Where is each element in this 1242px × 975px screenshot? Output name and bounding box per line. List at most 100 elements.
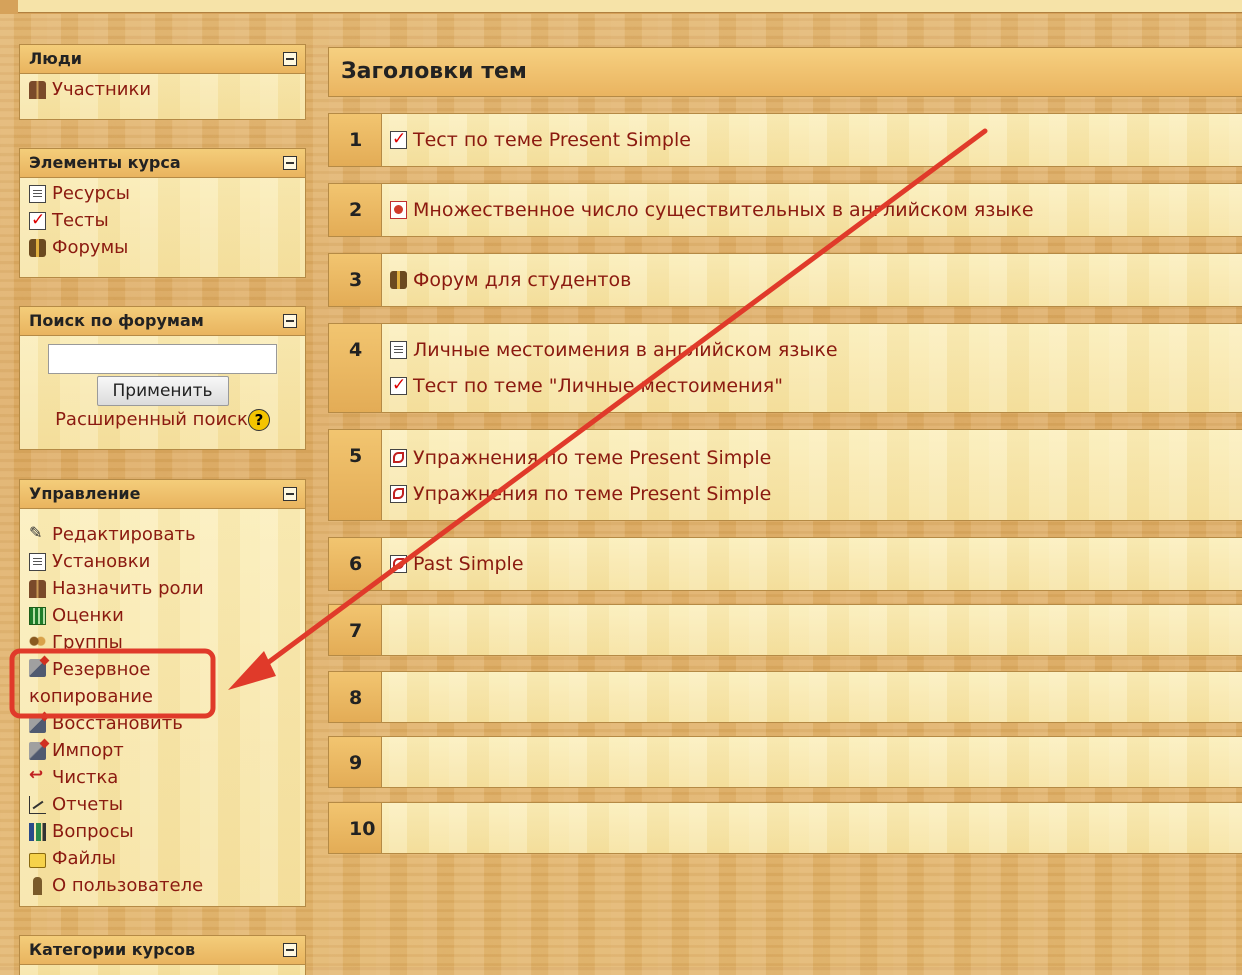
sidebar-item-edit[interactable]: Редактировать [29, 521, 297, 548]
sidebar-item-label: Форумы [52, 237, 129, 258]
topic-activity-link[interactable]: Past Simple [390, 546, 1242, 582]
sidebar-item-reports[interactable]: Отчеты [29, 791, 297, 818]
sidebar-item-label: Резервное копирование [29, 659, 153, 707]
folder-icon [29, 853, 46, 868]
forum-icon [29, 238, 46, 257]
topic-number: 8 [329, 672, 382, 722]
block-title: Элементы курса [29, 153, 181, 172]
sidebar-item-label: Участники [52, 79, 152, 100]
topic-number: 1 [329, 114, 382, 166]
sidebar-item-backup[interactable]: Резервное копирование [20, 656, 199, 710]
topic-section-9: 9 [328, 736, 1242, 788]
forum-search-input[interactable] [48, 344, 277, 374]
sidebar-item-questions[interactable]: Вопросы [29, 818, 297, 845]
sidebar-item-settings[interactable]: Установки [29, 548, 297, 575]
import-icon [29, 741, 46, 760]
activity-label: Упражнения по теме Present Simple [413, 483, 772, 505]
collapse-toggle-icon[interactable] [283, 314, 297, 328]
sidebar-item-reset[interactable]: Чистка [29, 764, 297, 791]
topic-number: 6 [329, 538, 382, 590]
sidebar-item-resources[interactable]: Ресурсы [29, 180, 297, 207]
topic-activity-link[interactable]: Упражнения по теме Present Simple [390, 440, 1242, 476]
sidebar-item-participants[interactable]: Участники [29, 76, 297, 103]
sidebar-item-label: Импорт [52, 740, 124, 761]
grades-icon [29, 606, 46, 625]
participants-icon [29, 80, 46, 99]
sidebar-item-groups[interactable]: Группы [29, 629, 297, 656]
course-elements-block: Элементы курса Ресурсы Тесты Форумы [19, 148, 306, 278]
sidebar-item-import[interactable]: Импорт [29, 737, 297, 764]
sidebar-item-label: О пользователе [52, 875, 204, 896]
course-elements-block-header: Элементы курса [20, 149, 305, 178]
questions-icon [29, 822, 46, 841]
topic-activity-link[interactable]: Форум для студентов [390, 262, 1242, 298]
help-icon[interactable]: ? [247, 409, 270, 431]
collapse-toggle-icon[interactable] [283, 156, 297, 170]
topics-header: Заголовки тем [328, 47, 1242, 97]
topic-section-6: 6 Past Simple [328, 537, 1242, 591]
resource-page-icon [390, 341, 407, 359]
management-block-header: Управление [20, 480, 305, 509]
block-title: Категории курсов [29, 940, 196, 959]
activity-label: Форум для студентов [413, 269, 632, 291]
activity-label: Тест по теме Present Simple [413, 129, 691, 151]
sidebar-item-files[interactable]: Файлы [29, 845, 297, 872]
topic-activity-link[interactable]: Тест по теме Present Simple [390, 122, 1242, 158]
course-categories-block: Категории курсов [19, 935, 306, 975]
activity-label: Тест по теме "Личные местоимения" [413, 375, 783, 397]
topic-number: 7 [329, 605, 382, 655]
reset-icon [29, 765, 46, 787]
settings-icon [29, 552, 46, 571]
collapse-toggle-icon[interactable] [283, 487, 297, 501]
sidebar-item-grades[interactable]: Оценки [29, 602, 297, 629]
quiz-check-icon [390, 129, 407, 149]
topic-number: 9 [329, 737, 382, 787]
topic-section-10: 10 [328, 802, 1242, 854]
page-title: Заголовки тем [341, 59, 527, 84]
assign-roles-icon [29, 579, 46, 598]
forum-search-block-header: Поиск по форумам [20, 307, 305, 336]
topic-section-4: 4 Личные местоимения в английском языке … [328, 323, 1242, 413]
topic-activity-link[interactable]: Множественное число существительных в ан… [390, 192, 1242, 228]
collapse-toggle-icon[interactable] [283, 943, 297, 957]
sidebar-item-label: Установки [52, 551, 151, 572]
sidebar-item-label: Ресурсы [52, 183, 131, 204]
topic-section-2: 2 Множественное число существительных в … [328, 183, 1242, 237]
sidebar-item-label: Отчеты [52, 794, 124, 815]
sidebar-item-label: Группы [52, 632, 123, 653]
sidebar-item-quizzes[interactable]: Тесты [29, 207, 297, 234]
groups-icon [29, 633, 46, 652]
sidebar-item-forums[interactable]: Форумы [29, 234, 297, 261]
advanced-search-link[interactable]: Расширенный поиск [55, 409, 248, 430]
user-profile-icon [33, 876, 42, 895]
resource-page-icon [29, 184, 46, 203]
topic-number: 3 [329, 254, 382, 306]
apply-button[interactable]: Применить [96, 376, 229, 406]
collapse-toggle-icon[interactable] [283, 52, 297, 66]
activity-label: Множественное число существительных в ан… [413, 199, 1034, 221]
sidebar-item-label: Чистка [52, 767, 119, 788]
forum-icon [390, 271, 407, 289]
activity-label: Личные местоимения в английском языке [413, 339, 838, 361]
people-block: Люди Участники [19, 44, 306, 120]
top-strip [0, 0, 1242, 14]
course-categories-block-header: Категории курсов [20, 936, 305, 965]
sidebar-item-restore[interactable]: Восстановить [29, 710, 297, 737]
sidebar-item-label: Назначить роли [52, 578, 204, 599]
pdf-icon [390, 555, 407, 573]
topic-activity-link[interactable]: Тест по теме "Личные местоимения" [390, 368, 1242, 404]
topic-activity-link[interactable]: Упражнения по теме Present Simple [390, 476, 1242, 512]
sidebar-item-label: Восстановить [52, 713, 183, 734]
topic-number: 2 [329, 184, 382, 236]
topic-section-7: 7 [328, 604, 1242, 656]
topic-section-3: 3 Форум для студентов [328, 253, 1242, 307]
sidebar-item-label: Вопросы [52, 821, 134, 842]
sidebar-item-assign-roles[interactable]: Назначить роли [29, 575, 297, 602]
block-title: Управление [29, 484, 141, 503]
sidebar-item-user-profile[interactable]: О пользователе [29, 872, 297, 899]
restore-icon [29, 714, 46, 733]
topic-number: 4 [329, 324, 382, 412]
management-block: Управление Редактировать Установки Назна… [19, 479, 306, 907]
topic-activity-link[interactable]: Личные местоимения в английском языке [390, 332, 1242, 368]
sidebar-item-label: Файлы [52, 848, 116, 869]
